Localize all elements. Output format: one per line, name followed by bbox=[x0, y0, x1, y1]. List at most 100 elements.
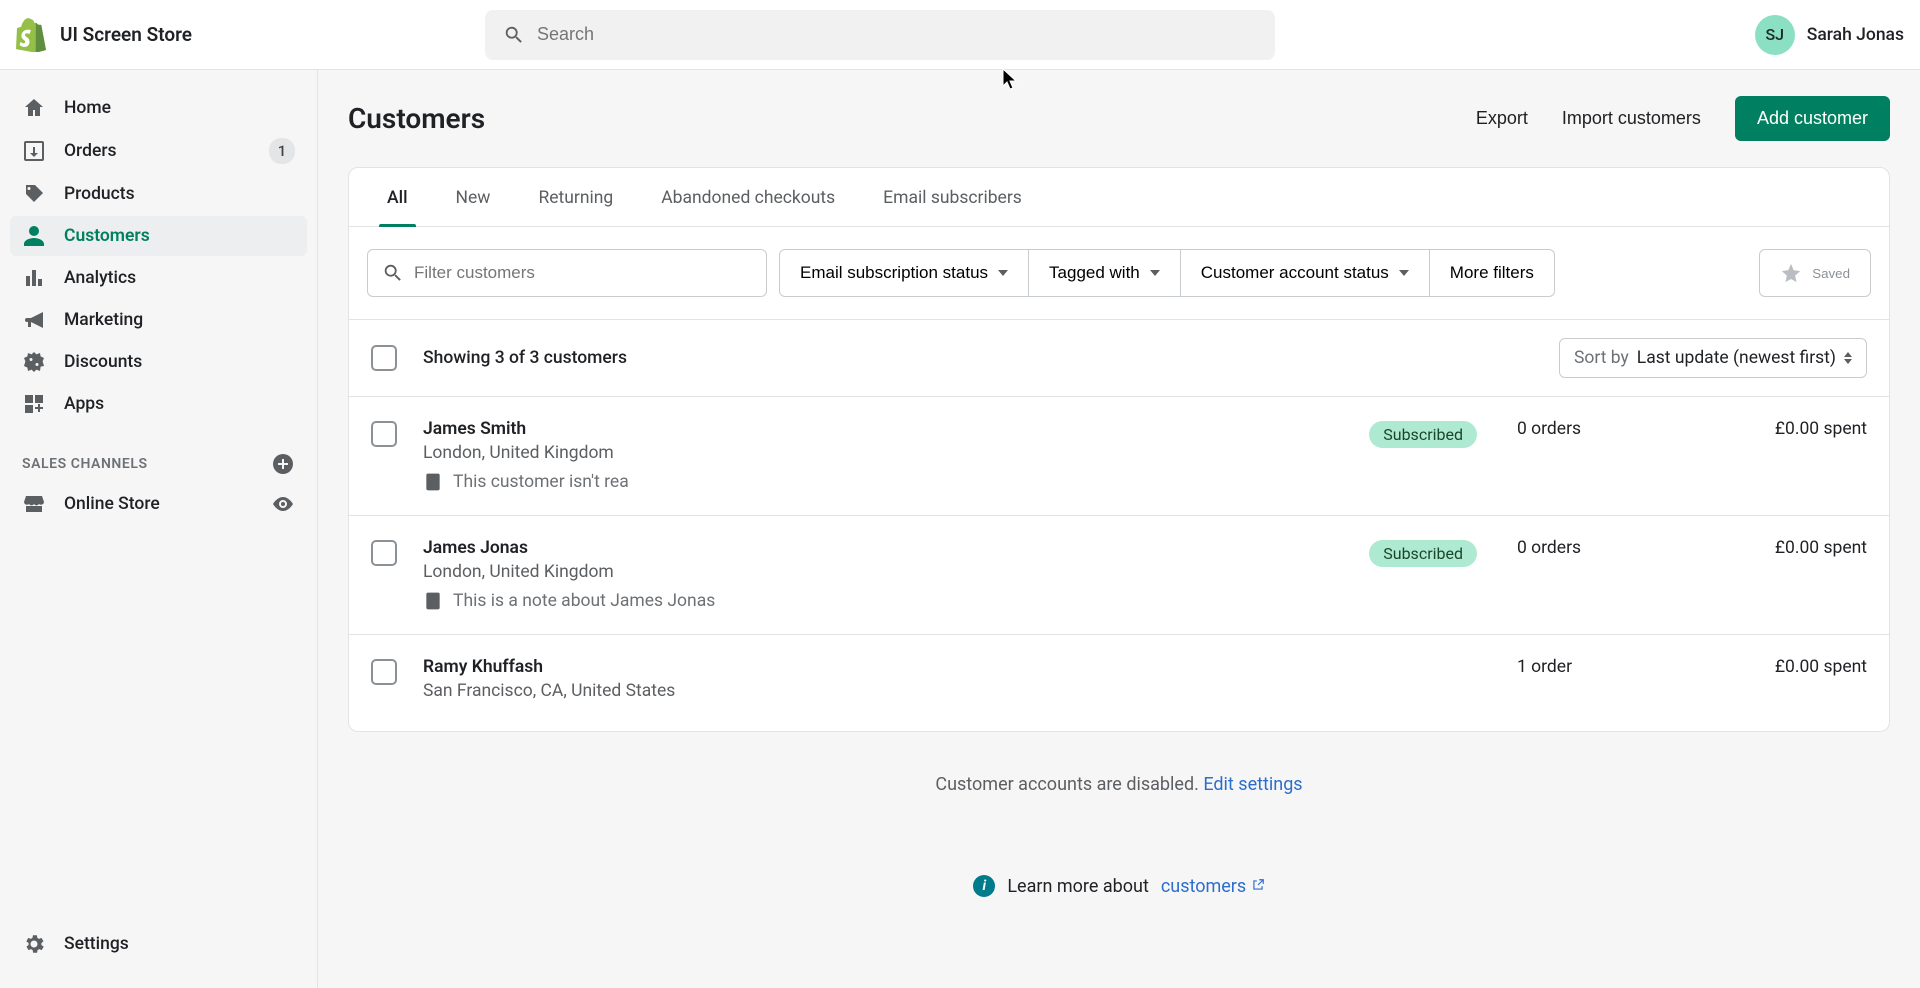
user-menu[interactable]: SJ Sarah Jonas bbox=[1755, 15, 1904, 55]
nav-label: Products bbox=[64, 184, 295, 204]
row-checkbox[interactable] bbox=[371, 540, 397, 566]
tab-returning[interactable]: Returning bbox=[514, 168, 637, 226]
search-input[interactable] bbox=[537, 24, 1257, 45]
nav-orders[interactable]: Orders 1 bbox=[10, 130, 307, 172]
main-content: Customers Export Import customers Add cu… bbox=[318, 70, 1920, 988]
analytics-icon bbox=[22, 266, 46, 290]
store-icon bbox=[22, 492, 46, 516]
sort-label: Sort by bbox=[1574, 348, 1629, 368]
status-badge: Subscribed bbox=[1369, 540, 1477, 567]
channels-heading: SALES CHANNELS bbox=[22, 456, 148, 472]
customer-row[interactable]: Ramy Khuffash San Francisco, CA, United … bbox=[349, 634, 1889, 731]
search-box[interactable] bbox=[485, 10, 1275, 60]
home-icon bbox=[22, 96, 46, 120]
customers-card: All New Returning Abandoned checkouts Em… bbox=[348, 167, 1890, 732]
gear-icon bbox=[22, 932, 46, 956]
channel-label: Online Store bbox=[64, 494, 253, 514]
sales-channels-header: SALES CHANNELS bbox=[10, 424, 307, 484]
customer-location: London, United Kingdom bbox=[423, 443, 1369, 463]
customer-location: San Francisco, CA, United States bbox=[423, 681, 1357, 701]
list-header: Showing 3 of 3 customers Sort by Last up… bbox=[349, 319, 1889, 396]
chevron-down-icon bbox=[1150, 270, 1160, 276]
learn-text: Learn more about bbox=[1007, 876, 1149, 897]
search-icon bbox=[503, 24, 525, 46]
nav-customers[interactable]: Customers bbox=[10, 216, 307, 256]
filter-account-status[interactable]: Customer account status bbox=[1181, 249, 1430, 297]
user-name: Sarah Jonas bbox=[1807, 25, 1904, 45]
saved-button[interactable]: Saved bbox=[1759, 249, 1871, 297]
filter-email-sub[interactable]: Email subscription status bbox=[779, 249, 1029, 297]
sort-dropdown[interactable]: Sort by Last update (newest first) bbox=[1559, 338, 1867, 378]
customer-name: James Jonas bbox=[423, 538, 1369, 558]
nav-label: Home bbox=[64, 98, 295, 118]
tag-icon bbox=[22, 182, 46, 206]
customer-row[interactable]: James Smith London, United Kingdom This … bbox=[349, 396, 1889, 515]
tab-abandoned[interactable]: Abandoned checkouts bbox=[637, 168, 859, 226]
customer-location: London, United Kingdom bbox=[423, 562, 1369, 582]
nav-label: Apps bbox=[64, 394, 295, 414]
top-bar: UI Screen Store SJ Sarah Jonas bbox=[0, 0, 1920, 70]
external-link-icon bbox=[1251, 878, 1265, 892]
page-actions: Export Import customers Add customer bbox=[1476, 96, 1890, 141]
filters-row: Email subscription status Tagged with Cu… bbox=[349, 227, 1889, 319]
nav-home[interactable]: Home bbox=[10, 88, 307, 128]
customer-note: This is a note about James Jonas bbox=[423, 590, 1369, 612]
filter-label: Customer account status bbox=[1201, 263, 1389, 283]
customer-name: Ramy Khuffash bbox=[423, 657, 1357, 677]
channel-online-store[interactable]: Online Store bbox=[10, 484, 307, 524]
filter-input[interactable] bbox=[414, 263, 752, 283]
person-icon bbox=[22, 224, 46, 248]
megaphone-icon bbox=[22, 308, 46, 332]
nav-label: Marketing bbox=[64, 310, 295, 330]
apps-icon bbox=[22, 392, 46, 416]
learn-customers-link[interactable]: customers bbox=[1161, 876, 1265, 897]
filter-label: More filters bbox=[1450, 263, 1534, 283]
add-channel-icon[interactable] bbox=[271, 452, 295, 476]
import-button[interactable]: Import customers bbox=[1562, 108, 1701, 129]
nav-label: Discounts bbox=[64, 352, 295, 372]
chevron-down-icon bbox=[1399, 270, 1409, 276]
nav-apps[interactable]: Apps bbox=[10, 384, 307, 424]
orders-badge: 1 bbox=[269, 138, 295, 164]
nav-settings[interactable]: Settings bbox=[10, 918, 307, 970]
row-main: James Smith London, United Kingdom This … bbox=[423, 419, 1369, 493]
logo-block: UI Screen Store bbox=[16, 18, 192, 52]
nav-discounts[interactable]: Discounts bbox=[10, 342, 307, 382]
add-customer-button[interactable]: Add customer bbox=[1735, 96, 1890, 141]
tab-new[interactable]: New bbox=[432, 168, 515, 226]
nav-marketing[interactable]: Marketing bbox=[10, 300, 307, 340]
chevron-down-icon bbox=[998, 270, 1008, 276]
page-title: Customers bbox=[348, 102, 485, 135]
tabs: All New Returning Abandoned checkouts Em… bbox=[349, 168, 1889, 227]
edit-settings-link[interactable]: Edit settings bbox=[1203, 774, 1302, 795]
customer-row[interactable]: James Jonas London, United Kingdom This … bbox=[349, 515, 1889, 634]
note-icon bbox=[423, 590, 443, 612]
row-checkbox[interactable] bbox=[371, 421, 397, 447]
disabled-text: Customer accounts are disabled. bbox=[935, 774, 1203, 795]
filter-input-wrap[interactable] bbox=[367, 249, 767, 297]
accounts-disabled-note: Customer accounts are disabled. Edit set… bbox=[348, 774, 1890, 795]
nav-analytics[interactable]: Analytics bbox=[10, 258, 307, 298]
orders-count: 1 order bbox=[1517, 657, 1697, 677]
filter-tagged[interactable]: Tagged with bbox=[1029, 249, 1181, 297]
customer-name: James Smith bbox=[423, 419, 1369, 439]
orders-count: 0 orders bbox=[1517, 538, 1697, 558]
tab-subscribers[interactable]: Email subscribers bbox=[859, 168, 1046, 226]
primary-nav: Home Orders 1 Products Customers Analyti… bbox=[10, 88, 307, 424]
filter-group: Email subscription status Tagged with Cu… bbox=[779, 249, 1555, 297]
store-name[interactable]: UI Screen Store bbox=[60, 23, 192, 46]
select-all-checkbox[interactable] bbox=[371, 345, 397, 371]
customer-note: This customer isn't rea bbox=[423, 471, 1369, 493]
tab-all[interactable]: All bbox=[363, 168, 432, 226]
view-store-icon[interactable] bbox=[271, 492, 295, 516]
learn-link-text: customers bbox=[1161, 876, 1246, 897]
settings-label: Settings bbox=[64, 934, 295, 954]
row-main: Ramy Khuffash San Francisco, CA, United … bbox=[423, 657, 1357, 709]
row-checkbox[interactable] bbox=[371, 659, 397, 685]
row-main: James Jonas London, United Kingdom This … bbox=[423, 538, 1369, 612]
export-button[interactable]: Export bbox=[1476, 108, 1528, 129]
filter-more[interactable]: More filters bbox=[1430, 249, 1555, 297]
sort-carets-icon bbox=[1844, 352, 1852, 364]
amount-spent: £0.00 spent bbox=[1697, 657, 1867, 677]
nav-products[interactable]: Products bbox=[10, 174, 307, 214]
